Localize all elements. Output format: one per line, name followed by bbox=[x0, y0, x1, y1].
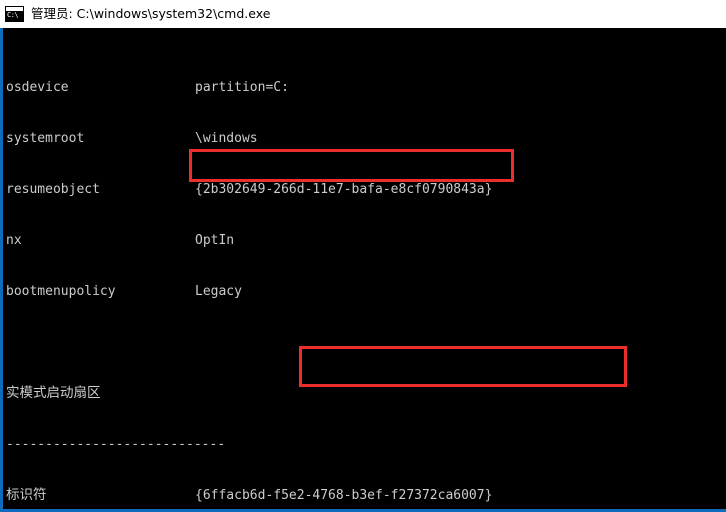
console-section-heading: 实模式启动扇区 bbox=[6, 385, 726, 402]
console-line: 标识符 {6ffacb6d-f5e2-4768-b3ef-f27372ca6007… bbox=[6, 487, 726, 504]
bcd-value: \windows bbox=[195, 131, 258, 146]
console-line: resumeobject {2b302649-266d-11e7-bafa-e8c… bbox=[6, 181, 726, 198]
separator-dashes: ---------------------------- bbox=[6, 437, 226, 452]
bcd-value: {2b302649-266d-11e7-bafa-e8cf0790843a} bbox=[195, 182, 493, 197]
bcd-key-identifier: 标识符 bbox=[6, 487, 47, 503]
bcd-value-identifier: {6ffacb6d-f5e2-4768-b3ef-f27372ca6007} bbox=[195, 488, 493, 503]
console-line: nx OptIn bbox=[6, 232, 726, 249]
bcd-value: Legacy bbox=[195, 284, 242, 299]
bcd-value: partition=C: bbox=[195, 80, 289, 95]
cmd-window: C:\ 管理员: C:\windows\system32\cmd.exe osd… bbox=[0, 0, 726, 512]
title-bar[interactable]: C:\ 管理员: C:\windows\system32\cmd.exe bbox=[0, 0, 726, 28]
bcd-key: osdevice bbox=[6, 80, 69, 95]
bcd-key: nx bbox=[6, 233, 22, 248]
bcd-value: OptIn bbox=[195, 233, 235, 248]
section-title: 实模式启动扇区 bbox=[6, 385, 101, 401]
cmd-console-icon: C:\ bbox=[5, 6, 24, 22]
console-surface[interactable]: osdevice partition=C: systemroot \windows … bbox=[0, 28, 726, 512]
console-line: systemroot \windows bbox=[6, 130, 726, 147]
window-title: 管理员: C:\windows\system32\cmd.exe bbox=[31, 6, 271, 21]
console-line: osdevice partition=C: bbox=[6, 79, 726, 96]
bcd-key: resumeobject bbox=[6, 182, 100, 197]
console-line: bootmenupolicy Legacy bbox=[6, 283, 726, 300]
console-separator: ---------------------------- bbox=[6, 436, 726, 453]
cmd-icon-glyph: C:\ bbox=[7, 11, 19, 19]
console-text-area[interactable]: osdevice partition=C: systemroot \windows … bbox=[6, 28, 726, 506]
bcd-key: bootmenupolicy bbox=[6, 284, 116, 299]
bcd-key: systemroot bbox=[6, 131, 85, 146]
